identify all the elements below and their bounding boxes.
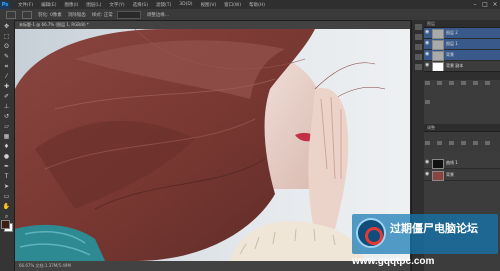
foreground-color-swatch[interactable] — [1, 220, 10, 229]
layer-name: 背景 — [446, 172, 454, 177]
minimize-button[interactable]: – — [470, 1, 480, 8]
menu-edit[interactable]: 编辑(E) — [37, 2, 60, 8]
photoshop-logo: Ps — [0, 0, 10, 9]
antialias-option[interactable]: 消除锯齿 — [68, 12, 86, 18]
eraser-tool-icon[interactable]: ▱ — [2, 123, 11, 130]
close-button[interactable]: × — [490, 1, 500, 8]
eye-icon[interactable]: ◉ — [425, 52, 429, 57]
exposure-icon[interactable] — [461, 141, 467, 145]
history-brush-tool-icon[interactable]: ↺ — [2, 113, 11, 120]
menu-filter[interactable]: 滤镜(T) — [152, 2, 175, 8]
shape-tool-icon[interactable]: ▭ — [2, 193, 11, 200]
layer-row[interactable]: ◉ 图层 1 — [424, 39, 500, 50]
vibrance-icon[interactable] — [473, 141, 479, 145]
blur-tool-icon[interactable]: ♦ — [2, 143, 11, 150]
new-group-icon[interactable] — [473, 81, 479, 85]
brush-panel-icon[interactable] — [414, 44, 422, 50]
eye-icon[interactable]: ◉ — [425, 160, 429, 165]
menu-file[interactable]: 文件(F) — [14, 2, 37, 8]
layer-style-icon[interactable] — [437, 81, 443, 85]
type-tool-icon[interactable]: T — [2, 173, 11, 180]
layer-row[interactable]: ◉ 图层 2 — [424, 28, 500, 39]
clone-stamp-tool-icon[interactable]: ⊥ — [2, 103, 11, 110]
layer-row[interactable]: ◉ 背景 — [424, 170, 500, 181]
crop-tool-icon[interactable]: ⌗ — [2, 63, 11, 70]
eye-icon[interactable]: ◉ — [425, 41, 429, 46]
layer-name: 图层 1 — [446, 41, 458, 46]
layer-row[interactable]: ◉ 曲线 1 — [424, 158, 500, 169]
layer-thumbnail — [432, 29, 444, 39]
layer-name: 曲线 1 — [446, 160, 458, 165]
maximize-button[interactable]: □ — [480, 1, 490, 8]
menu-help[interactable]: 帮助(H) — [245, 2, 269, 8]
layer-thumbnail — [432, 51, 444, 61]
watermark-url: www.gqqtpc.com — [352, 256, 435, 267]
history-panel-icon[interactable] — [414, 24, 422, 30]
layer-thumbnail — [432, 159, 444, 169]
toolbox: ✥ ⬚ ʘ ✎ ⌗ ⁄ ✚ ✐ ⊥ ↺ ▱ ▦ ♦ ● ✒ T ➤ ▭ ✋ ⌕ — [0, 20, 15, 271]
move-tool-icon[interactable]: ✥ — [2, 23, 11, 30]
dodge-tool-icon[interactable]: ● — [2, 153, 11, 160]
adjustments-icons — [424, 132, 500, 152]
gradient-tool-icon[interactable]: ▦ — [2, 133, 11, 140]
new-layer-icon[interactable] — [485, 81, 491, 85]
link-layers-icon[interactable] — [425, 81, 430, 85]
forum-logo-icon — [356, 218, 386, 248]
marquee-tool-icon[interactable]: ⬚ — [2, 33, 11, 40]
new-adjustment-icon[interactable] — [461, 81, 467, 85]
layer-thumbnail — [432, 171, 444, 181]
levels-icon[interactable] — [437, 141, 443, 145]
menu-3d[interactable]: 3D(D) — [175, 2, 196, 7]
document-tab[interactable]: 未标题-1 @ 66.7% (图层 1, RGB/8) * — [15, 21, 410, 29]
adjustments-panel-header[interactable]: 调整 — [424, 124, 500, 132]
menu-bar: Ps 文件(F) 编辑(E) 图像(I) 图层(L) 文字(Y) 选择(S) 滤… — [0, 0, 500, 9]
photo — [15, 29, 410, 261]
layer-name: 背景 副本 — [446, 63, 464, 68]
hand-tool-icon[interactable]: ✋ — [2, 203, 11, 210]
menu-layer[interactable]: 图层(L) — [82, 2, 105, 8]
watermark: 过期僵尸电脑论坛 — [352, 214, 498, 254]
status-bar: 66.67% 文档:1.37M/5.49M — [15, 261, 410, 271]
menu-image[interactable]: 图像(I) — [60, 2, 82, 8]
feather-option[interactable]: 羽化: 0像素 — [38, 12, 62, 18]
style-option[interactable]: 样式: 正常 — [92, 12, 113, 18]
layers-panel-header[interactable]: 图层 — [424, 20, 500, 28]
paragraph-panel-icon[interactable] — [414, 64, 422, 70]
window-controls: – □ × — [470, 1, 500, 8]
refine-edge-button[interactable]: 调整边缘... — [147, 12, 169, 18]
character-panel-icon[interactable] — [414, 54, 422, 60]
brightness-icon[interactable] — [425, 141, 430, 145]
eye-icon[interactable]: ◉ — [425, 30, 429, 35]
selection-mode-icon[interactable] — [22, 10, 32, 19]
curves-icon[interactable] — [449, 141, 455, 145]
eye-icon[interactable]: ◉ — [425, 63, 429, 68]
eye-icon[interactable]: ◉ — [425, 172, 429, 177]
lasso-tool-icon[interactable]: ʘ — [2, 43, 11, 50]
delete-layer-icon[interactable] — [425, 100, 430, 104]
menu-type[interactable]: 文字(Y) — [105, 2, 128, 8]
layer-thumbnail — [432, 40, 444, 50]
layer-name: 图层 2 — [446, 30, 458, 35]
path-select-tool-icon[interactable]: ➤ — [2, 183, 11, 190]
canvas[interactable] — [15, 29, 410, 261]
pen-tool-icon[interactable]: ✒ — [2, 163, 11, 170]
properties-panel-icon[interactable] — [414, 34, 422, 40]
layer-row[interactable]: ◉ 背景 — [424, 50, 500, 61]
layer-name: 背景 — [446, 52, 454, 57]
tool-preset-picker[interactable] — [6, 10, 16, 19]
layers-panel-footer — [424, 71, 500, 104]
quick-select-tool-icon[interactable]: ✎ — [2, 53, 11, 60]
eyedropper-tool-icon[interactable]: ⁄ — [2, 73, 11, 80]
hue-icon[interactable] — [485, 141, 491, 145]
brush-tool-icon[interactable]: ✐ — [2, 93, 11, 100]
style-select[interactable] — [116, 10, 141, 19]
healing-tool-icon[interactable]: ✚ — [2, 83, 11, 90]
zoom-tool-icon[interactable]: ⌕ — [2, 213, 11, 220]
menu-select[interactable]: 选择(S) — [129, 2, 152, 8]
add-mask-icon[interactable] — [449, 81, 455, 85]
watermark-title: 过期僵尸电脑论坛 — [390, 222, 478, 235]
menu-view[interactable]: 视图(V) — [197, 2, 221, 8]
menu-window[interactable]: 窗口(W) — [220, 2, 245, 8]
